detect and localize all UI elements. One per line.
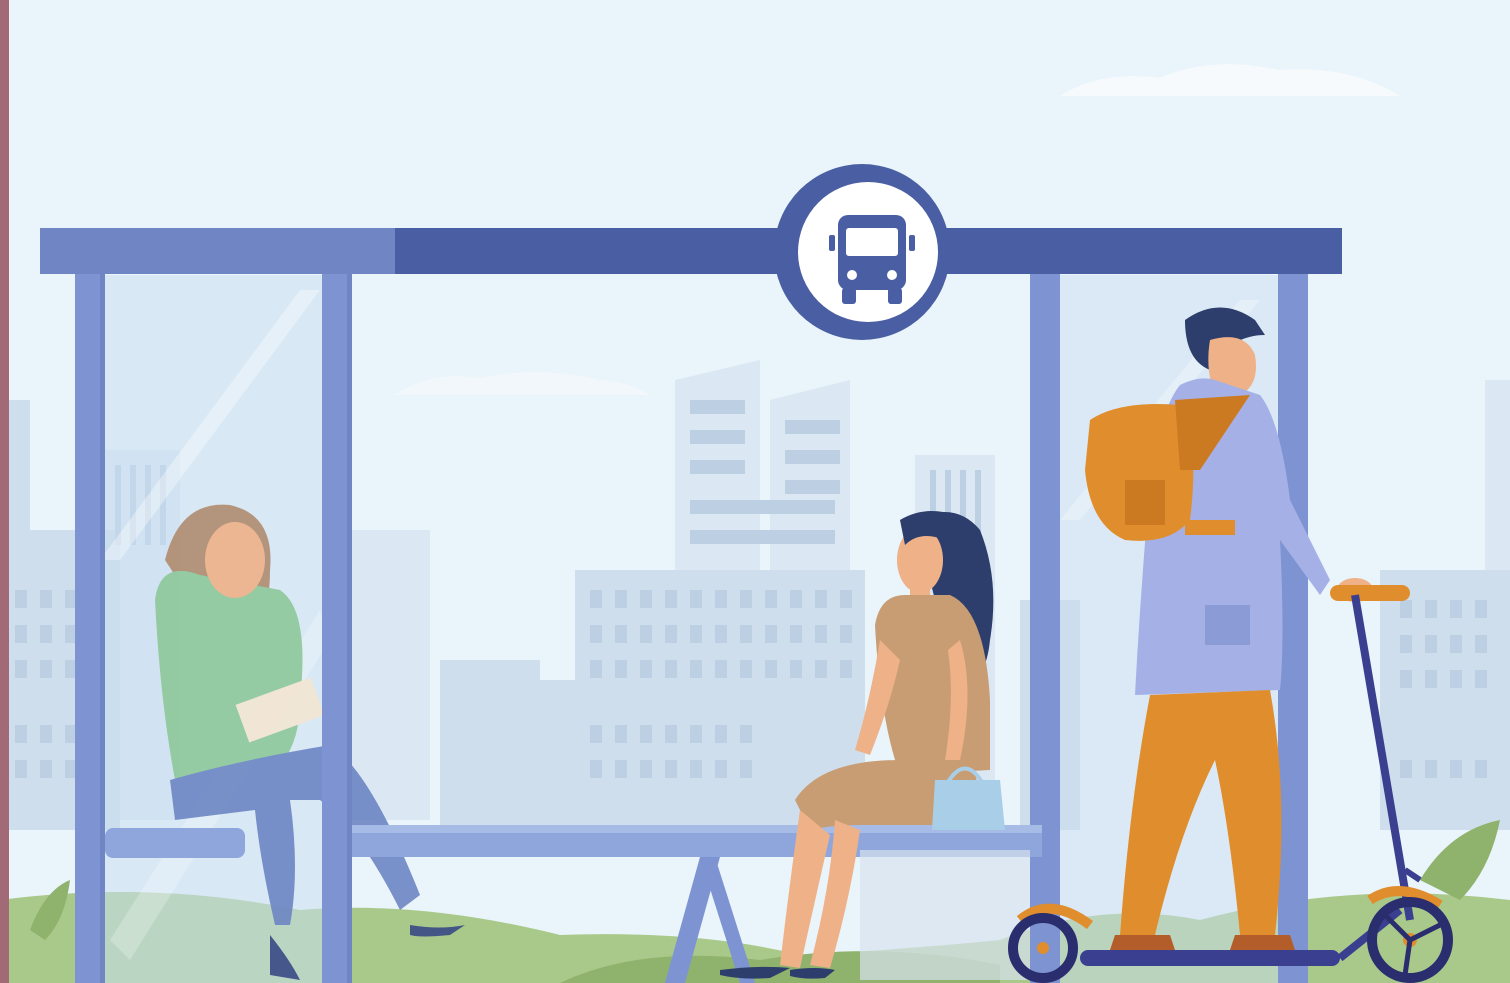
shelter-roof (40, 228, 1342, 274)
illustration-canvas (0, 0, 1510, 983)
bus-stop-sign (774, 164, 950, 340)
left-border (0, 0, 9, 983)
bus-stop-illustration (0, 0, 1510, 983)
